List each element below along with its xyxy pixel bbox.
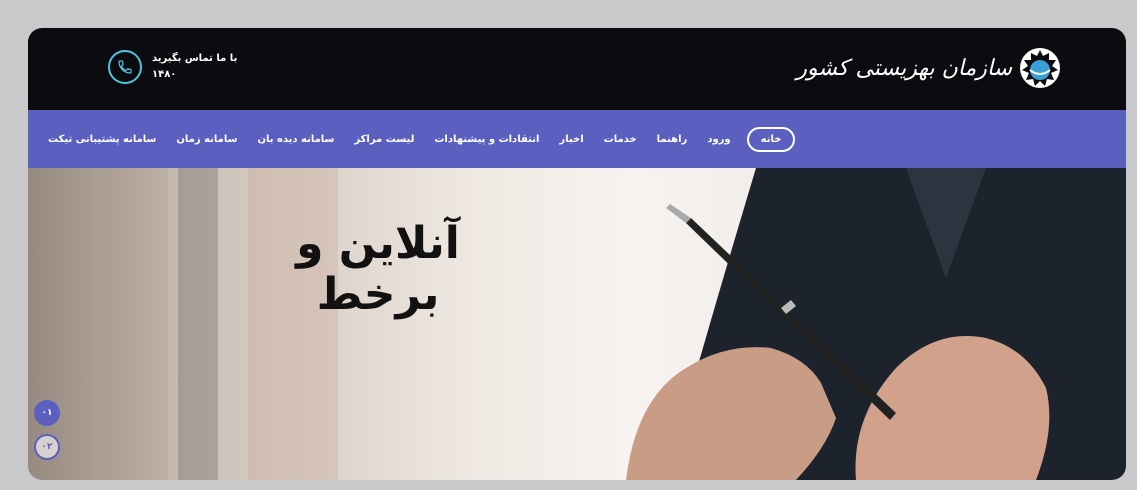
- main-navigation: خانه ورود راهنما خدمات اخبار انتقادات و …: [28, 110, 1126, 168]
- nav-watchdog-system[interactable]: سامانه دیده بان: [257, 134, 334, 145]
- background-blur: [248, 168, 338, 480]
- hero-image-hand-with-pen: [626, 168, 1126, 480]
- phone-icon[interactable]: [108, 50, 142, 84]
- site-logo[interactable]: سازمان بهزیستی کشور: [796, 46, 1062, 90]
- top-header: سازمان بهزیستی کشور با ما تماس بگیرید ۱۴…: [28, 28, 1126, 110]
- background-blur: [178, 168, 218, 480]
- slide-dot-1[interactable]: ۰۱: [34, 400, 60, 426]
- contact-text: با ما تماس بگیرید ۱۴۸۰: [152, 51, 237, 83]
- nav-login[interactable]: ورود: [707, 134, 730, 145]
- nav-services[interactable]: خدمات: [604, 134, 637, 145]
- nav-ticket-support[interactable]: سامانه پشتیبانی تیکت: [48, 134, 156, 145]
- nav-guide[interactable]: راهنما: [657, 134, 688, 145]
- slider-pagination: ۰۱ ۰۲: [34, 400, 60, 468]
- logo-text: سازمان بهزیستی کشور: [796, 55, 1012, 81]
- contact-label: با ما تماس بگیرید: [152, 53, 238, 64]
- nav-zaman-system[interactable]: سامانه زمان: [176, 134, 237, 145]
- contact-number: ۱۴۸۰: [152, 69, 177, 80]
- hero-banner: آنلاین و برخط: [28, 168, 1126, 480]
- page-frame: سازمان بهزیستی کشور با ما تماس بگیرید ۱۴…: [28, 28, 1126, 480]
- hero-title: آنلاین و برخط: [296, 218, 460, 320]
- nav-home[interactable]: خانه: [746, 126, 796, 152]
- contact-block[interactable]: با ما تماس بگیرید ۱۴۸۰: [108, 50, 237, 84]
- nav-centers-list[interactable]: لیست مراکز: [354, 134, 414, 145]
- nav-news[interactable]: اخبار: [559, 134, 583, 145]
- slide-dot-2[interactable]: ۰۲: [34, 434, 60, 460]
- nav-feedback[interactable]: انتقادات و پیشنهادات: [434, 134, 539, 145]
- behzisti-emblem-icon: [1020, 48, 1060, 88]
